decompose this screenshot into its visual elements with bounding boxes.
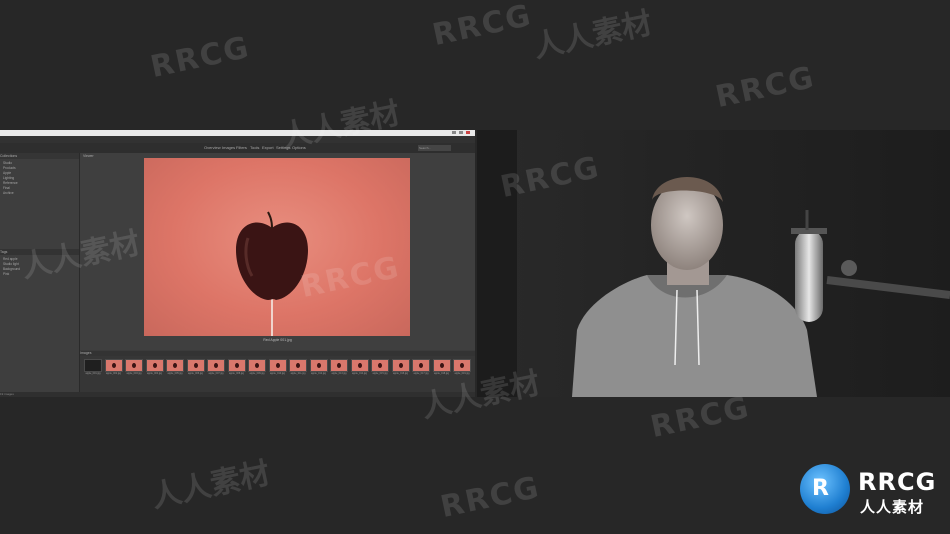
thumbnail-label: apple_009.jpg <box>249 372 265 375</box>
apple-thumb-icon <box>419 363 423 368</box>
toolbar-tab[interactable]: Overview <box>204 143 221 153</box>
collection-item[interactable]: Final <box>3 186 10 190</box>
close-icon[interactable] <box>466 131 470 134</box>
collection-item[interactable]: Archive <box>3 191 14 195</box>
apple-image <box>236 211 308 336</box>
thumbnail[interactable] <box>207 359 225 372</box>
apple-thumb-icon <box>255 363 259 368</box>
thumbnail-label: apple_014.jpg <box>351 372 368 375</box>
thumbnail[interactable] <box>412 359 430 372</box>
toolbar-tab[interactable]: Filters <box>236 143 247 153</box>
thumbnail[interactable] <box>268 359 287 372</box>
thumbnail[interactable] <box>186 359 205 372</box>
status-bar: 19 images <box>0 392 475 397</box>
apple-thumb-icon <box>316 363 321 368</box>
toolbar-tab[interactable]: Export <box>262 143 274 153</box>
filmstrip: apple_001.jpg apple_002.jpg apple_003.jpg a… <box>80 356 475 397</box>
collection-item[interactable]: Products <box>3 166 16 170</box>
apple-thumb-icon <box>398 363 403 368</box>
collection-item[interactable]: Studio <box>3 161 12 165</box>
thumbnail-label: apple_008.jpg <box>228 372 245 375</box>
thumbnail-label: apple_015.jpg <box>372 372 388 375</box>
thumbnail-label: apple_016.jpg <box>392 372 409 375</box>
thumbnail[interactable] <box>166 359 184 372</box>
apple-thumb-icon <box>337 363 341 368</box>
thumbnail[interactable] <box>104 359 123 372</box>
watermark-text: 人人素材 <box>148 455 274 516</box>
apple-thumb-icon <box>214 363 218 368</box>
watermark-text: RRCG <box>147 29 254 86</box>
thumbnail-label: apple_011.jpg <box>290 372 306 375</box>
apple-thumb-icon <box>275 363 280 368</box>
thumbnail[interactable] <box>125 359 143 372</box>
rrcg-logo: R RRCG 人人素材 <box>798 462 948 522</box>
apple-thumb-icon <box>234 363 239 368</box>
tag-item[interactable]: Background <box>3 267 20 271</box>
logo-text-cn: 人人素材 <box>860 498 925 516</box>
panel-header: Collections <box>0 153 79 159</box>
thumbnail[interactable] <box>248 359 266 372</box>
thumbnail[interactable] <box>145 359 164 372</box>
thumbnail-label: apple_001.jpg <box>85 372 101 375</box>
thumbnail[interactable] <box>391 359 410 372</box>
thumbnail[interactable] <box>289 359 307 372</box>
watermark-text: 人人素材 <box>530 5 656 66</box>
thumbnail-label: apple_013.jpg <box>331 372 347 375</box>
thumbnail-label: apple_002.jpg <box>105 372 122 375</box>
minimize-icon[interactable] <box>452 131 456 134</box>
maximize-icon[interactable] <box>459 131 463 134</box>
preview-image[interactable] <box>144 158 410 336</box>
thumbnail[interactable] <box>227 359 246 372</box>
image-caption: Red Apple 001.jpg <box>263 338 292 342</box>
apple-thumb-icon <box>111 363 116 368</box>
thumbnail[interactable] <box>84 359 102 372</box>
toolbar-tab[interactable]: Tools <box>250 143 259 153</box>
watermark-text: RRCG <box>437 469 544 526</box>
toolbar: Overview Images Filters Tools Export Set… <box>0 143 475 153</box>
thumbnail[interactable] <box>453 359 471 372</box>
thumbnail[interactable] <box>432 359 451 372</box>
apple-thumb-icon <box>296 363 300 368</box>
thumbnail-label: apple_010.jpg <box>269 372 286 375</box>
logo-text-en: RRCG <box>858 468 937 496</box>
watermark-text: RRCG <box>429 0 536 54</box>
logo-mark: R <box>812 476 829 501</box>
collection-item[interactable]: Lighting <box>3 176 14 180</box>
apple-thumb-icon <box>193 363 198 368</box>
apple-thumb-icon <box>460 363 464 368</box>
apple-thumb-icon <box>132 363 136 368</box>
apple-thumb-icon <box>152 363 157 368</box>
tag-item[interactable]: Pink <box>3 272 9 276</box>
thumbnail[interactable] <box>371 359 389 372</box>
thumbnail-label: apple_017.jpg <box>413 372 429 375</box>
apple-thumb-icon <box>378 363 382 368</box>
search-input[interactable]: Search... <box>418 145 451 151</box>
watermark-text: RRCG <box>647 389 754 446</box>
thumbnail-label: apple_003.jpg <box>126 372 142 375</box>
thumbnail-label: apple_018.jpg <box>433 372 450 375</box>
tag-item[interactable]: Red apple <box>3 257 18 261</box>
thumbnail-label: apple_012.jpg <box>310 372 327 375</box>
thumbnail[interactable] <box>309 359 328 372</box>
collection-item[interactable]: Apple <box>3 171 11 175</box>
toolbar-tab[interactable]: Images <box>222 143 235 153</box>
thumbnail-label: apple_007.jpg <box>208 372 224 375</box>
thumbnail-label: apple_006.jpg <box>187 372 204 375</box>
thumbnail[interactable] <box>330 359 348 372</box>
viewer-label: Viewer <box>83 154 94 158</box>
watermark-text: RRCG <box>712 59 819 116</box>
apple-thumb-icon <box>439 363 444 368</box>
menu-bar <box>0 136 475 143</box>
thumbnail[interactable] <box>350 359 369 372</box>
thumbnail-label: apple_004.jpg <box>146 372 163 375</box>
thumbnail-label: apple_005.jpg <box>167 372 183 375</box>
apple-thumb-icon <box>357 363 362 368</box>
tag-item[interactable]: Studio light <box>3 262 19 266</box>
apple-thumb-icon <box>173 363 177 368</box>
collection-item[interactable]: Reference <box>3 181 18 185</box>
